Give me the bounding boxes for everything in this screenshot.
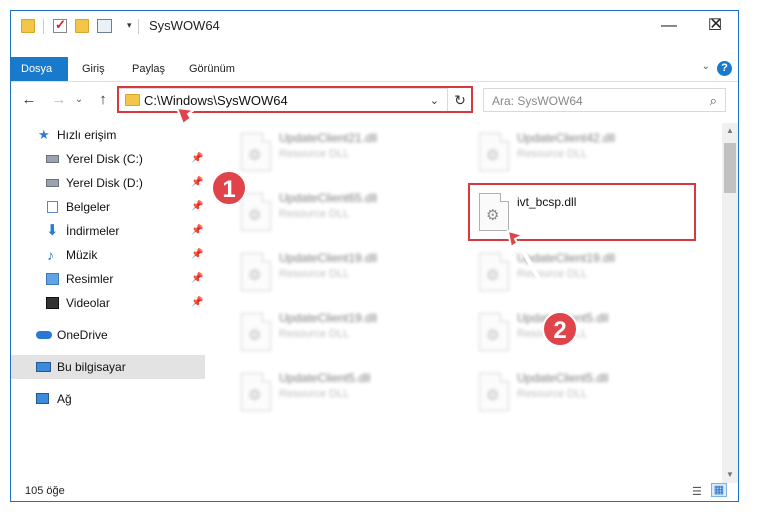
step-1-badge: 1 [211,170,247,206]
arrow-1 [175,106,234,179]
step-2-badge: 2 [542,311,578,347]
annotation-arrows [175,106,566,323]
arrow-2 [506,229,566,323]
